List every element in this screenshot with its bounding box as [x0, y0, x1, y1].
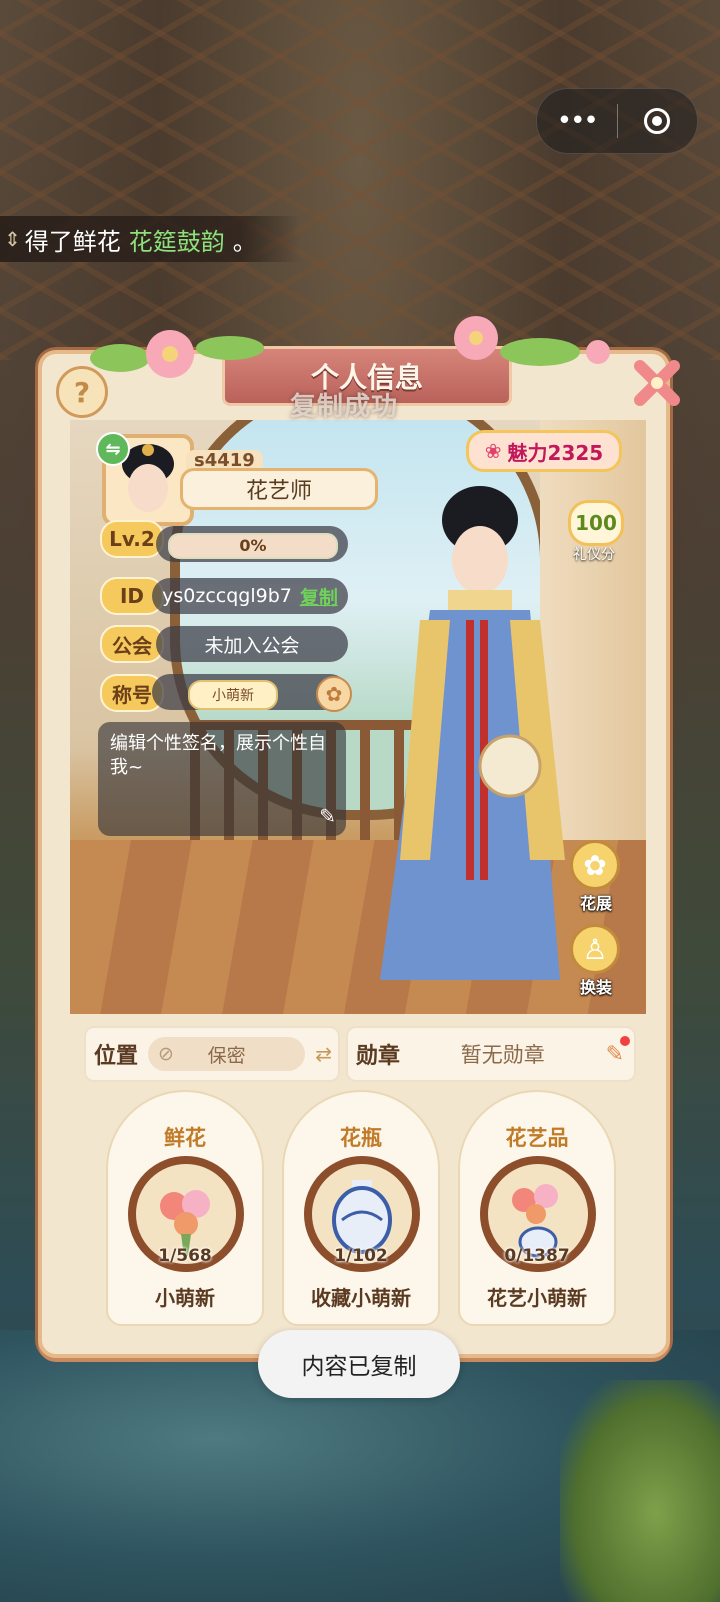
- charm-value: 魅力2325: [507, 440, 604, 465]
- red-dot-badge: [620, 1035, 630, 1046]
- edit-pencil-icon[interactable]: ✎: [319, 804, 336, 828]
- location-value-field[interactable]: ⊘ 保密: [148, 1037, 306, 1071]
- guild-value[interactable]: 未加入公会: [156, 626, 348, 662]
- etiquette-score[interactable]: 100 礼仪分: [568, 500, 624, 563]
- medal-edit-icon[interactable]: ✎: [606, 1035, 630, 1067]
- collection-card-arrangements[interactable]: 花艺品 0/1387 花艺小萌新: [458, 1090, 616, 1326]
- swap-avatar-icon[interactable]: ⇋: [96, 432, 130, 466]
- pavilion-floor: [0, 0, 720, 360]
- collection-head: 花瓶: [340, 1126, 382, 1150]
- guild-label: 公会: [100, 625, 164, 663]
- character-figure: [380, 486, 565, 980]
- id-row: ys0zccqgl9b7 复制: [152, 578, 348, 614]
- collection-count: 1/102: [334, 1246, 388, 1266]
- level-progress: 0%: [168, 533, 338, 559]
- hidden-eye-icon: ⊘: [158, 1043, 174, 1065]
- collection-title: 收藏小萌新: [311, 1286, 411, 1310]
- collection-count: 0/1387: [504, 1246, 570, 1266]
- collection-head: 鲜花: [164, 1126, 206, 1150]
- honor-tag[interactable]: 小萌新: [188, 680, 278, 710]
- collection-card-flowers[interactable]: 鲜花 1/568 小萌新: [106, 1090, 264, 1326]
- flower-show-label: 花展: [579, 894, 612, 913]
- level-progress-text: 0%: [239, 536, 267, 555]
- copied-toast: 内容已复制: [258, 1330, 460, 1398]
- copy-success-overlay: 复制成功: [290, 392, 399, 422]
- rose-icon: ❀: [484, 439, 502, 463]
- charm-badge[interactable]: ❀ 魅力2325: [466, 430, 622, 472]
- collection-card-vases[interactable]: 花瓶 1/102 收藏小萌新: [282, 1090, 440, 1326]
- flower-decoration-left: [90, 330, 264, 378]
- medal-row: 勋章 暂无勋章 ✎: [346, 1026, 636, 1082]
- etiquette-label: 礼仪分: [573, 547, 615, 563]
- marquee-highlight: 花筵鼓韵: [128, 227, 225, 256]
- marquee-prefix: 得了鲜花: [24, 227, 121, 256]
- collection-title: 小萌新: [155, 1286, 215, 1310]
- location-value: 保密: [207, 1044, 246, 1067]
- mini-program-capsule: •••: [536, 88, 698, 154]
- more-dots-icon[interactable]: •••: [537, 106, 617, 136]
- toggle-visibility-icon[interactable]: ⇄: [315, 1042, 332, 1066]
- collection-count: 1/568: [158, 1246, 212, 1266]
- id-value: ys0zccqgl9b7: [162, 585, 292, 607]
- signature-text: 编辑个性签名，展示个性自我~: [110, 733, 326, 778]
- scroll-arrows-icon: ⇕: [4, 227, 21, 251]
- copy-id-button[interactable]: 复制: [300, 583, 338, 610]
- gear-icon[interactable]: ✿: [316, 676, 352, 712]
- signature-box[interactable]: 编辑个性签名，展示个性自我~ ✎: [98, 722, 346, 836]
- announcement-marquee: ⇕ 得了鲜花 花筵鼓韵 。: [0, 216, 300, 262]
- medal-label: 勋章: [356, 1044, 401, 1069]
- grass-patch: [560, 1380, 720, 1602]
- dress-up-button[interactable]: ♙ 换装: [570, 924, 622, 998]
- target-circle-icon[interactable]: [618, 108, 698, 134]
- level-label: Lv.2: [100, 520, 164, 558]
- location-row: 位置 ⊘ 保密 ⇄: [84, 1026, 340, 1082]
- marquee-suffix: 。: [232, 227, 257, 256]
- etiquette-value: 100: [568, 500, 624, 546]
- flower-icon: ✿: [570, 840, 620, 890]
- dress-up-label: 换装: [579, 978, 612, 997]
- location-label: 位置: [94, 1044, 139, 1069]
- player-name[interactable]: 花艺师: [180, 468, 378, 510]
- flower-show-button[interactable]: ✿ 花展: [570, 840, 622, 914]
- collection-head: 花艺品: [505, 1126, 569, 1150]
- flower-close-icon[interactable]: [632, 358, 682, 408]
- flower-decoration-right: [454, 316, 610, 366]
- medal-value: 暂无勋章: [460, 1043, 545, 1067]
- collection-title: 花艺小萌新: [487, 1286, 587, 1310]
- question-icon[interactable]: ?: [56, 366, 108, 418]
- dress-form-icon: ♙: [570, 924, 620, 974]
